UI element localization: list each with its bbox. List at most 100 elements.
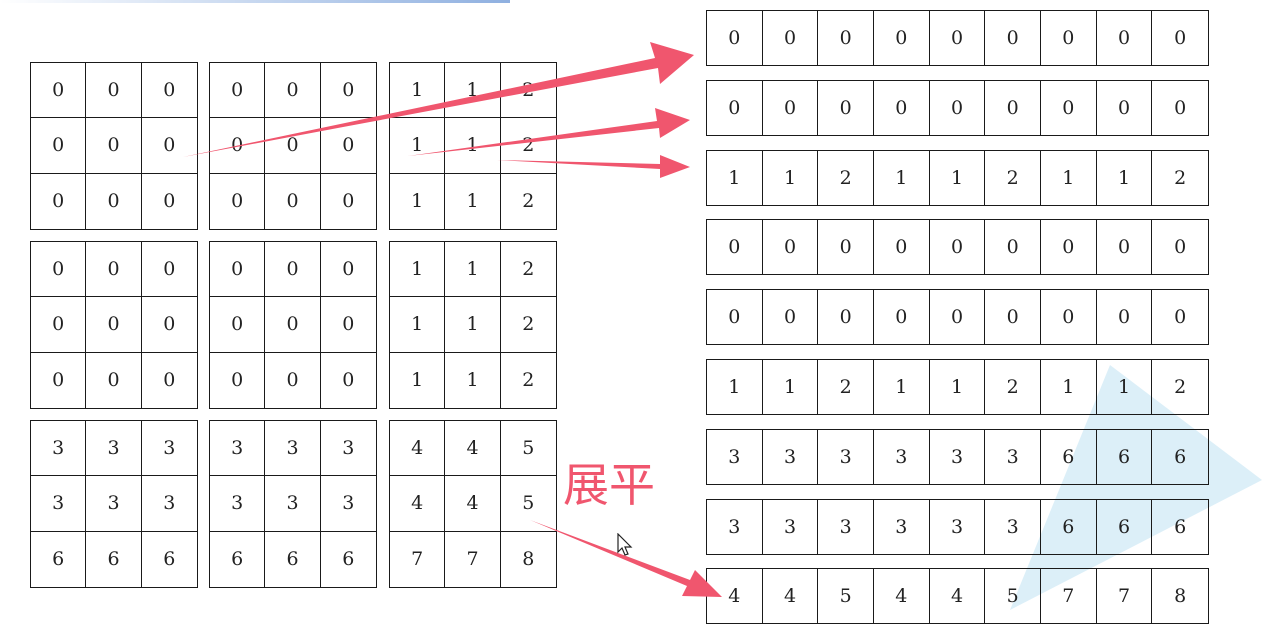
block-cell: 0 (210, 63, 266, 119)
block-cell: 0 (210, 242, 266, 298)
block-cell: 1 (445, 173, 501, 229)
block-cell: 2 (522, 190, 535, 213)
row-cell: 6 (1041, 500, 1097, 554)
block-2: 1 1 2 1 1 2 1 1 2 (389, 62, 557, 230)
row-cell: 0 (1097, 81, 1153, 135)
row-cell: 0 (707, 290, 763, 344)
row-cell: 0 (930, 220, 986, 274)
block-cell: 1 (445, 118, 501, 174)
row-cell: 2 (1174, 167, 1187, 189)
row-cell: 3 (930, 500, 986, 554)
block-cell: 0 (31, 173, 87, 229)
block-cell: 3 (141, 421, 197, 477)
block-cell: 2 (522, 369, 535, 392)
block-cell: 3 (31, 421, 87, 477)
block-cell: 1 (390, 63, 446, 119)
block-cell: 1 (445, 63, 501, 119)
row-cell: 3 (985, 500, 1041, 554)
block-cell: 0 (141, 297, 197, 353)
flat-row-4: 0 0 0 0 0 0 0 0 0 (706, 289, 1209, 345)
block-cell: 0 (210, 297, 266, 353)
row-cell: 0 (874, 220, 930, 274)
block-cell: 3 (210, 421, 266, 477)
row-cell: 6 (1041, 430, 1097, 484)
block-7: 3 3 3 3 3 3 6 6 6 (209, 420, 377, 588)
row-cell: 3 (707, 500, 763, 554)
block-cell: 3 (265, 421, 321, 477)
block-cell: 4 (445, 476, 501, 532)
block-cell: 0 (210, 118, 266, 174)
block-cell: 2 (500, 63, 556, 119)
flat-row-5: 1 1 2 1 1 2 1 1 2 (706, 359, 1209, 415)
row-cell: 0 (930, 11, 986, 65)
block-cell: 0 (86, 173, 142, 229)
block-cell: 0 (163, 369, 176, 392)
row-cell: 0 (985, 81, 1041, 135)
block-cell: 0 (265, 173, 321, 229)
row-cell: 6 (1097, 500, 1153, 554)
row-cell: 0 (1041, 11, 1097, 65)
row-cell: 2 (818, 360, 874, 414)
block-cell: 0 (320, 297, 376, 353)
block-cell: 0 (265, 297, 321, 353)
block-cell: 6 (86, 531, 142, 587)
row-cell: 3 (763, 430, 819, 484)
block-cell: 1 (390, 242, 446, 298)
row-cell: 5 (985, 569, 1041, 623)
block-cell: 7 (390, 531, 446, 587)
block-cell: 1 (445, 242, 501, 298)
block-cell: 0 (31, 297, 87, 353)
block-cell: 3 (265, 476, 321, 532)
block-cell: 3 (210, 476, 266, 532)
block-cell: 6 (163, 548, 176, 571)
block-cell: 0 (320, 242, 376, 298)
block-cell: 0 (31, 242, 87, 298)
row-cell: 0 (818, 11, 874, 65)
row-cell: 0 (707, 11, 763, 65)
row-cell: 1 (1041, 360, 1097, 414)
row-cell: 0 (1097, 290, 1153, 344)
row-cell: 3 (874, 500, 930, 554)
block-cell: 6 (31, 531, 87, 587)
row-cell: 0 (1097, 11, 1153, 65)
block-cell: 1 (390, 118, 446, 174)
block-cell: 0 (141, 118, 197, 174)
row-cell: 0 (1097, 220, 1153, 274)
row-cell: 1 (763, 151, 819, 205)
row-cell: 3 (874, 430, 930, 484)
block-cell: 3 (320, 476, 376, 532)
row-cell: 0 (985, 220, 1041, 274)
flat-row-0: 0 0 0 0 0 0 0 0 0 (706, 10, 1209, 66)
row-cell: 5 (818, 569, 874, 623)
flat-row-6: 3 3 3 3 3 3 6 6 6 (706, 429, 1209, 485)
block-cell: 1 (390, 297, 446, 353)
block-cell: 0 (210, 173, 266, 229)
row-cell: 0 (874, 11, 930, 65)
block-cell: 3 (141, 476, 197, 532)
block-cell: 3 (31, 476, 87, 532)
block-cell: 4 (445, 421, 501, 477)
row-cell: 7 (1097, 569, 1153, 623)
row-cell: 0 (1174, 97, 1187, 119)
block-cell: 0 (141, 242, 197, 298)
block-0: 0 0 0 0 0 0 0 0 0 (30, 62, 198, 230)
block-cell: 0 (320, 63, 376, 119)
block-cell: 1 (390, 173, 446, 229)
block-cell: 0 (86, 297, 142, 353)
block-cell: 0 (320, 118, 376, 174)
block-cell: 0 (265, 352, 321, 408)
row-cell: 0 (763, 81, 819, 135)
flat-row-1: 0 0 0 0 0 0 0 0 0 (706, 80, 1209, 136)
block-cell: 0 (163, 190, 176, 213)
block-cell: 8 (522, 548, 535, 571)
block-cell: 4 (390, 476, 446, 532)
block-cell: 1 (390, 352, 446, 408)
block-cell: 4 (390, 421, 446, 477)
row-cell: 1 (1041, 151, 1097, 205)
block-cell: 0 (141, 63, 197, 119)
row-cell: 0 (818, 220, 874, 274)
row-cell: 3 (763, 500, 819, 554)
block-cell: 0 (342, 190, 355, 213)
row-cell: 8 (1174, 585, 1187, 607)
block-cell: 5 (500, 421, 556, 477)
